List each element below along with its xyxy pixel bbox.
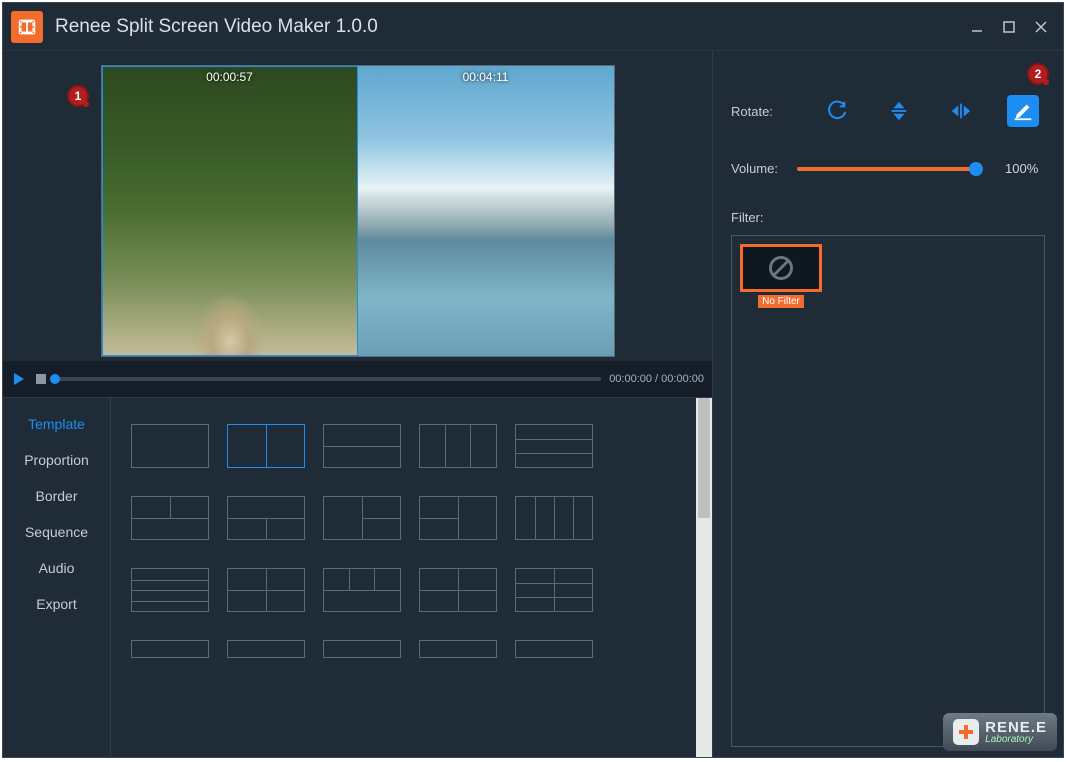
- template-4col[interactable]: [515, 496, 593, 540]
- template-l-split-d[interactable]: [419, 496, 497, 540]
- template-l-split-b[interactable]: [227, 496, 305, 540]
- stop-button[interactable]: [35, 373, 47, 385]
- template-peek-1[interactable]: [131, 640, 209, 658]
- template-2col[interactable]: [227, 424, 305, 468]
- volume-value: 100%: [1005, 161, 1038, 176]
- preview-split: 00:00:57 00:04:11: [101, 65, 615, 357]
- template-l-split-c[interactable]: [323, 496, 401, 540]
- filter-label: Filter:: [731, 210, 1045, 225]
- template-3col[interactable]: [419, 424, 497, 468]
- template-peek-4[interactable]: [419, 640, 497, 658]
- annotation-badge-1: 1: [67, 85, 89, 107]
- titlebar: Renee Split Screen Video Maker 1.0.0: [3, 3, 1063, 51]
- tab-sequence[interactable]: Sequence: [3, 514, 110, 550]
- template-grid: [111, 398, 694, 757]
- tab-template[interactable]: Template: [3, 406, 110, 442]
- minimize-button[interactable]: [963, 13, 991, 41]
- playbar: 00:00:00 / 00:00:00: [3, 361, 712, 397]
- flip-horizontal-button[interactable]: [945, 95, 977, 127]
- annotation-badge-2: 2: [1027, 63, 1049, 85]
- nofilter-icon: [740, 244, 822, 292]
- brand-plus-icon: [953, 719, 979, 745]
- template-l-split-a[interactable]: [131, 496, 209, 540]
- tab-border[interactable]: Border: [3, 478, 110, 514]
- template-mix-a[interactable]: [323, 568, 401, 612]
- annotation-badge-1-text: 1: [75, 89, 82, 103]
- app-window: Renee Split Screen Video Maker 1.0.0 1 0…: [2, 2, 1064, 758]
- volume-slider[interactable]: [797, 167, 977, 171]
- filter-item-nofilter[interactable]: No Filter: [740, 244, 822, 308]
- template-mix-b[interactable]: [419, 568, 497, 612]
- tab-export[interactable]: Export: [3, 586, 110, 622]
- tab-audio[interactable]: Audio: [3, 550, 110, 586]
- template-1x1[interactable]: [131, 424, 209, 468]
- volume-label: Volume:: [731, 161, 787, 176]
- brand-logo: RENE.E Laboratory: [943, 713, 1057, 751]
- maximize-button[interactable]: [995, 13, 1023, 41]
- seek-track[interactable]: [55, 377, 601, 381]
- flip-vertical-button[interactable]: [883, 95, 915, 127]
- app-icon: [11, 11, 43, 43]
- brand-name: RENE.E: [985, 720, 1047, 735]
- template-peek-5[interactable]: [515, 640, 593, 658]
- play-button[interactable]: [11, 371, 27, 387]
- template-2row[interactable]: [323, 424, 401, 468]
- tab-proportion[interactable]: Proportion: [3, 442, 110, 478]
- template-4row[interactable]: [131, 568, 209, 612]
- rotate-label: Rotate:: [731, 104, 791, 119]
- template-3row[interactable]: [515, 424, 593, 468]
- filter-list: No Filter: [731, 235, 1045, 747]
- app-title: Renee Split Screen Video Maker 1.0.0: [55, 16, 378, 38]
- clip-2[interactable]: 00:04:11: [358, 66, 614, 356]
- seek-knob[interactable]: [50, 374, 60, 384]
- template-2x2[interactable]: [227, 568, 305, 612]
- filter-item-label: No Filter: [758, 295, 804, 308]
- edit-button[interactable]: [1007, 95, 1039, 127]
- rotate-cw-button[interactable]: [821, 95, 853, 127]
- clip-2-timestamp: 00:04:11: [358, 70, 614, 84]
- template-mix-c[interactable]: [515, 568, 593, 612]
- annotation-badge-2-text: 2: [1035, 67, 1042, 81]
- preview-area: 1 00:00:57 00:04:11: [3, 51, 712, 361]
- clip-1[interactable]: 00:00:57: [102, 66, 358, 356]
- side-tabs: Template Proportion Border Sequence Audi…: [3, 398, 111, 757]
- template-peek-3[interactable]: [323, 640, 401, 658]
- brand-sub: Laboratory: [985, 735, 1047, 745]
- close-button[interactable]: [1027, 13, 1055, 41]
- template-scroll-thumb[interactable]: [698, 398, 710, 518]
- clip-1-timestamp: 00:00:57: [102, 70, 358, 84]
- window-controls: [963, 13, 1055, 41]
- template-scrollbar[interactable]: [696, 398, 712, 757]
- time-readout: 00:00:00 / 00:00:00: [609, 373, 704, 385]
- volume-knob[interactable]: [969, 162, 983, 176]
- template-peek-2[interactable]: [227, 640, 305, 658]
